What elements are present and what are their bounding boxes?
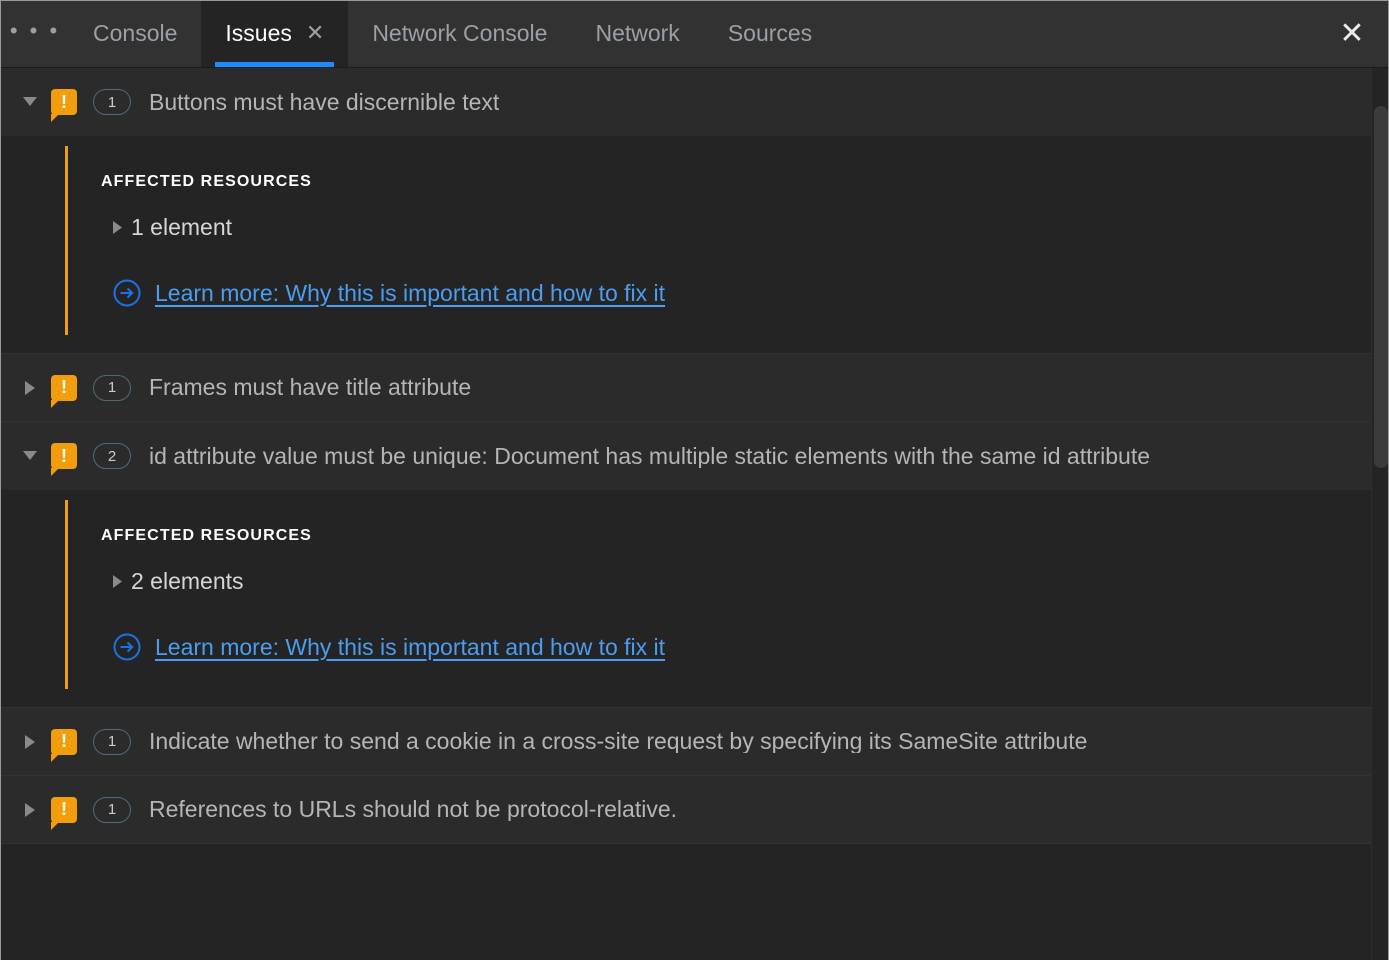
active-tab-indicator <box>215 62 335 67</box>
learn-more-label: Learn more: Why this is important and ho… <box>155 279 666 306</box>
issue-item: ! 1 References to URLs should not be pro… <box>1 776 1388 844</box>
arrow-right-circle-icon <box>113 279 141 307</box>
warning-icon: ! <box>51 443 77 476</box>
devtools-drawer: • • • Console Issues ✕ Network Console N… <box>0 0 1389 960</box>
close-icon: ✕ <box>1339 17 1365 50</box>
issue-body: AFFECTED RESOURCES 2 elements Learn more <box>1 490 1388 708</box>
issue-header[interactable]: ! 1 Frames must have title attribute <box>1 354 1388 422</box>
tab-bar: • • • Console Issues ✕ Network Console N… <box>1 1 1388 68</box>
tab-label: Sources <box>727 19 813 46</box>
affected-resource-toggle[interactable]: 2 elements <box>113 570 1388 593</box>
issue-header[interactable]: ! 1 Indicate whether to send a cookie in… <box>1 708 1388 776</box>
chevron-right-icon <box>113 575 122 588</box>
issue-count-badge: 1 <box>93 374 131 401</box>
issue-item: ! 1 Indicate whether to send a cookie in… <box>1 708 1388 776</box>
issue-title: Indicate whether to send a cookie in a c… <box>149 730 1088 753</box>
more-horizontal-icon: • • • <box>9 18 61 43</box>
tab-label: Console <box>93 19 178 46</box>
tab-console[interactable]: Console <box>69 1 201 67</box>
warning-icon: ! <box>51 728 77 762</box>
issue-title: Frames must have title attribute <box>149 376 472 399</box>
more-tabs-button[interactable]: • • • <box>1 1 69 67</box>
issue-title: References to URLs should not be protoco… <box>149 798 678 821</box>
affected-resources-label: AFFECTED RESOURCES <box>101 527 312 544</box>
chevron-right-icon[interactable] <box>15 380 45 395</box>
warning-icon: ! <box>51 89 77 122</box>
arrow-right-circle-icon <box>113 633 141 661</box>
chevron-right-icon[interactable] <box>15 802 45 817</box>
close-icon[interactable]: ✕ <box>306 22 324 46</box>
issue-item: ! 1 Buttons must have discernible text A… <box>1 68 1388 354</box>
severity-accent-bar <box>65 146 68 335</box>
issue-title: id attribute value must be unique: Docum… <box>149 444 1151 468</box>
warning-icon: ! <box>51 374 77 408</box>
affected-resource-label: 2 elements <box>131 568 244 594</box>
issue-header[interactable]: ! 2 id attribute value must be unique: D… <box>1 422 1388 490</box>
severity-accent-bar <box>65 500 68 689</box>
chevron-down-icon[interactable] <box>15 97 45 107</box>
tab-label: Network <box>595 19 680 46</box>
affected-resource-toggle[interactable]: 1 element <box>113 216 1388 239</box>
issue-header[interactable]: ! 1 Buttons must have discernible text <box>1 68 1388 136</box>
affected-resources-label: AFFECTED RESOURCES <box>101 173 312 190</box>
issue-body: AFFECTED RESOURCES 1 element Learn more: <box>1 136 1388 354</box>
close-drawer-button[interactable]: ✕ <box>1316 1 1388 67</box>
vertical-scrollbar[interactable] <box>1371 68 1388 960</box>
tab-label: Issues <box>225 19 292 46</box>
tab-sources[interactable]: Sources <box>704 1 836 67</box>
warning-icon: ! <box>51 796 77 830</box>
tab-strip: • • • Console Issues ✕ Network Console N… <box>1 1 1316 67</box>
affected-resource-label: 1 element <box>131 214 233 240</box>
issue-item: ! 1 Frames must have title attribute <box>1 354 1388 422</box>
chevron-down-icon[interactable] <box>15 451 45 461</box>
issue-header[interactable]: ! 1 References to URLs should not be pro… <box>1 776 1388 844</box>
learn-more-label: Learn more: Why this is important and ho… <box>155 633 666 660</box>
issue-count-badge: 1 <box>93 89 131 115</box>
issue-count-badge: 1 <box>93 796 131 823</box>
learn-more-link[interactable]: Learn more: Why this is important and ho… <box>113 633 665 661</box>
tab-network-console[interactable]: Network Console <box>348 1 571 67</box>
chevron-right-icon[interactable] <box>15 734 45 749</box>
issue-item: ! 2 id attribute value must be unique: D… <box>1 422 1388 708</box>
tab-label: Network Console <box>372 19 548 46</box>
issue-count-badge: 2 <box>93 443 131 469</box>
issue-title: Buttons must have discernible text <box>149 90 500 114</box>
chevron-right-icon <box>113 221 122 234</box>
issues-list: ! 1 Buttons must have discernible text A… <box>1 68 1388 960</box>
scrollbar-thumb[interactable] <box>1374 106 1388 468</box>
learn-more-link[interactable]: Learn more: Why this is important and ho… <box>113 279 665 307</box>
tab-network[interactable]: Network <box>571 1 703 67</box>
issue-count-badge: 1 <box>93 728 131 755</box>
tab-issues[interactable]: Issues ✕ <box>201 1 349 67</box>
